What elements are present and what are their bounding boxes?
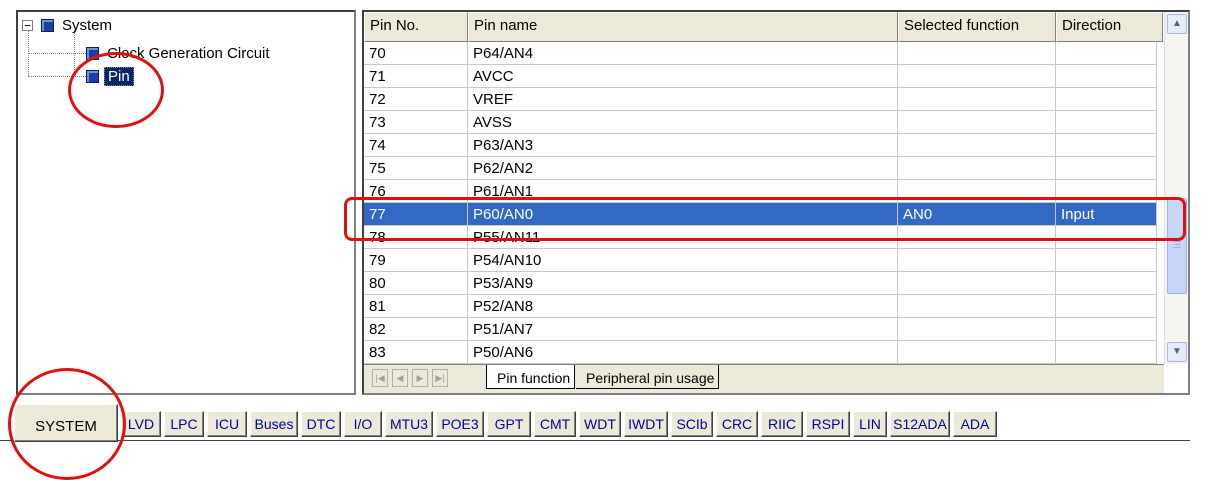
cell-selected-function[interactable] [898, 249, 1056, 272]
cell-selected-function[interactable] [898, 65, 1056, 88]
cell-selected-function[interactable] [898, 318, 1056, 341]
table-row[interactable]: 81 P52/AN8 [364, 295, 1164, 318]
cell-selected-function[interactable] [898, 295, 1056, 318]
cell-selected-function[interactable] [898, 272, 1056, 295]
cell-pin-name[interactable]: AVCC [468, 65, 898, 88]
cell-pin-no[interactable]: 79 [364, 249, 468, 272]
cell-pin-name[interactable]: P50/AN6 [468, 341, 898, 364]
next-sheet-icon[interactable]: ▶ [412, 369, 428, 387]
annotation-circle-pin [68, 52, 164, 128]
last-sheet-icon[interactable]: ▶| [432, 369, 448, 387]
cell-selected-function[interactable] [898, 88, 1056, 111]
tab-lpc[interactable]: LPC [164, 411, 204, 437]
tab-dtc[interactable]: DTC [301, 411, 341, 437]
tab-iwdt[interactable]: IWDT [624, 411, 668, 437]
cell-selected-function[interactable] [898, 134, 1056, 157]
tab-rspi[interactable]: RSPI [806, 411, 850, 437]
tab-gpt[interactable]: GPT [487, 411, 531, 437]
cell-pin-no[interactable]: 74 [364, 134, 468, 157]
table-row[interactable]: 75 P62/AN2 [364, 157, 1164, 180]
tab-icu[interactable]: ICU [207, 411, 247, 437]
tab-crc[interactable]: CRC [716, 411, 758, 437]
grid-header: Pin No. Pin name Selected function Direc… [364, 12, 1164, 42]
cell-pin-no[interactable]: 82 [364, 318, 468, 341]
cell-direction[interactable] [1056, 295, 1157, 318]
tab-scib[interactable]: SCIb [671, 411, 713, 437]
tab-cmt[interactable]: CMT [534, 411, 576, 437]
cell-pin-no[interactable]: 75 [364, 157, 468, 180]
cell-direction[interactable] [1056, 65, 1157, 88]
cell-direction[interactable] [1056, 341, 1157, 364]
tab-poe3[interactable]: POE3 [436, 411, 484, 437]
vertical-scrollbar[interactable]: ▲ ▼ [1164, 12, 1188, 364]
tree-item-system[interactable]: − System [22, 14, 115, 36]
annotation-box-selected-row [344, 197, 1186, 241]
cell-pin-no[interactable]: 80 [364, 272, 468, 295]
tab-wdt[interactable]: WDT [579, 411, 621, 437]
cell-selected-function[interactable] [898, 157, 1056, 180]
collapse-icon[interactable]: − [22, 19, 33, 31]
prev-sheet-icon[interactable]: ◀ [392, 369, 408, 387]
table-row[interactable]: 71 AVCC [364, 65, 1164, 88]
sheet-tab-bar: |◀ ◀ ▶ ▶| Pin function Peripheral pin us… [364, 364, 1164, 393]
table-row[interactable]: 70 P64/AN4 [364, 42, 1164, 65]
cell-pin-no[interactable]: 73 [364, 111, 468, 134]
cell-direction[interactable] [1056, 318, 1157, 341]
cell-direction[interactable] [1056, 134, 1157, 157]
tab-mtu3[interactable]: MTU3 [385, 411, 433, 437]
tree-item-label: System [62, 16, 113, 34]
cell-pin-name[interactable]: P51/AN7 [468, 318, 898, 341]
cell-pin-no[interactable]: 70 [364, 42, 468, 65]
first-sheet-icon[interactable]: |◀ [372, 369, 388, 387]
table-row[interactable]: 83 P50/AN6 [364, 341, 1164, 364]
tab-buses[interactable]: Buses [250, 411, 298, 437]
table-row[interactable]: 73 AVSS [364, 111, 1164, 134]
cell-pin-no[interactable]: 72 [364, 88, 468, 111]
tab-pin-function[interactable]: Pin function [486, 365, 576, 389]
table-row[interactable]: 72 VREF [364, 88, 1164, 111]
cell-selected-function[interactable] [898, 341, 1056, 364]
scroll-down-icon[interactable]: ▼ [1167, 342, 1187, 362]
column-header-pin-no[interactable]: Pin No. [364, 12, 468, 42]
cell-pin-no[interactable]: 81 [364, 295, 468, 318]
cell-direction[interactable] [1056, 88, 1157, 111]
cell-pin-name[interactable]: AVSS [468, 111, 898, 134]
cell-pin-name[interactable]: P63/AN3 [468, 134, 898, 157]
tab-peripheral-pin-usage[interactable]: Peripheral pin usage [576, 365, 720, 389]
tab-i-o[interactable]: I/O [344, 411, 382, 437]
cell-selected-function[interactable] [898, 42, 1056, 65]
tab-lin[interactable]: LIN [853, 411, 887, 437]
annotation-circle-system-tab [8, 368, 126, 480]
tab-riic[interactable]: RIIC [761, 411, 803, 437]
table-row[interactable]: 80 P53/AN9 [364, 272, 1164, 295]
cell-direction[interactable] [1056, 157, 1157, 180]
table-row[interactable]: 82 P51/AN7 [364, 318, 1164, 341]
folder-node-icon [41, 18, 54, 32]
cell-pin-name[interactable]: VREF [468, 88, 898, 111]
cell-direction[interactable] [1056, 42, 1157, 65]
module-tab-strip: SYSTEM LVD LPC ICU Buses DTC I/O MTU3 POE3 GPT CMT… [14, 404, 1194, 442]
cell-pin-no[interactable]: 71 [364, 65, 468, 88]
tab-s12ada[interactable]: S12ADA [890, 411, 950, 437]
cell-direction[interactable] [1056, 111, 1157, 134]
tree-pane: − System Clock Generation Circuit Pin [16, 10, 356, 395]
cell-direction[interactable] [1056, 272, 1157, 295]
table-row[interactable]: 79 P54/AN10 [364, 249, 1164, 272]
cell-pin-name[interactable]: P52/AN8 [468, 295, 898, 318]
cell-direction[interactable] [1056, 249, 1157, 272]
cell-pin-no[interactable]: 83 [364, 341, 468, 364]
column-header-selected-function[interactable]: Selected function [898, 12, 1056, 42]
tab-lvd[interactable]: LVD [121, 411, 161, 437]
scroll-up-icon[interactable]: ▲ [1167, 14, 1187, 34]
column-header-direction[interactable]: Direction [1056, 12, 1163, 42]
cell-selected-function[interactable] [898, 111, 1056, 134]
tab-ada[interactable]: ADA [953, 411, 997, 437]
pin-configuration-window: − System Clock Generation Circuit Pin Pi… [0, 0, 1208, 480]
cell-pin-name[interactable]: P53/AN9 [468, 272, 898, 295]
cell-pin-name[interactable]: P64/AN4 [468, 42, 898, 65]
column-header-pin-name[interactable]: Pin name [468, 12, 898, 42]
table-row[interactable]: 74 P63/AN3 [364, 134, 1164, 157]
cell-pin-name[interactable]: P62/AN2 [468, 157, 898, 180]
cell-pin-name[interactable]: P54/AN10 [468, 249, 898, 272]
